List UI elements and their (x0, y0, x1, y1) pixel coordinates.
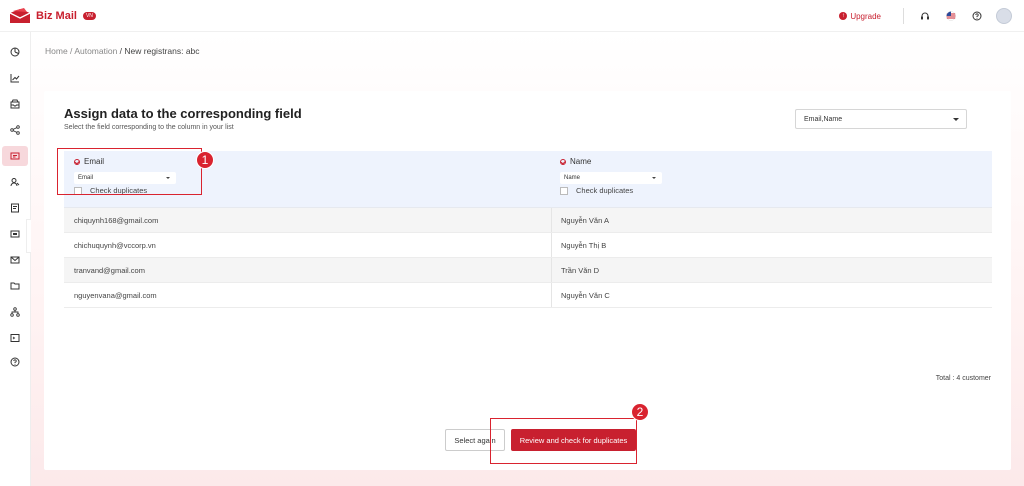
field-select-dropdown[interactable]: Email,Name (795, 109, 967, 129)
folder-icon[interactable] (2, 276, 28, 296)
help-icon[interactable] (970, 9, 984, 23)
field-select-value: Email,Name (804, 116, 843, 123)
upgrade-label: Upgrade (850, 11, 881, 21)
upgrade-button[interactable]: ↑ Upgrade (839, 12, 881, 21)
total-count: Total : 4 customer (935, 375, 991, 382)
name-cell: Nguyễn Văn A (561, 216, 609, 225)
annotation-marker-1: 1 (196, 151, 214, 169)
breadcrumb: Home / Automation / New registrans: abc (45, 46, 200, 56)
chart-icon[interactable] (2, 68, 28, 88)
template-icon[interactable] (2, 224, 28, 244)
breadcrumb-automation[interactable]: Automation (74, 46, 117, 56)
page-title: Assign data to the corresponding field (64, 106, 302, 121)
automation-icon[interactable] (2, 146, 28, 166)
table-row: nguyenvana@gmail.com Nguyễn Văn C (64, 283, 992, 308)
column-name-header: Name Name Check duplicates (560, 157, 662, 195)
share-icon[interactable] (2, 120, 28, 140)
brand-badge: VN (82, 12, 96, 20)
terminal-icon[interactable] (2, 328, 28, 348)
top-bar: Biz Mail VN ↑ Upgrade (0, 0, 1024, 32)
chevron-down-icon (953, 118, 959, 121)
check-duplicates-label: Check duplicates (576, 186, 634, 195)
upgrade-icon: ↑ (839, 12, 848, 20)
mail-icon[interactable] (2, 250, 28, 270)
check-duplicates-checkbox[interactable] (560, 186, 568, 195)
language-flag-icon[interactable] (944, 9, 958, 23)
chevron-down-icon (652, 177, 656, 179)
dashboard-icon[interactable] (2, 42, 28, 62)
table-row: chichuquynh@vccorp.vn Nguyễn Thị B (64, 233, 992, 258)
help-circle-icon[interactable] (2, 352, 28, 372)
name-cell: Nguyễn Văn C (561, 291, 610, 300)
column-label: Name (570, 157, 592, 166)
headset-icon[interactable] (918, 9, 932, 23)
sidebar: › (0, 32, 40, 486)
brand-logo[interactable]: Biz Mail VN (9, 8, 96, 24)
email-cell: chiquynh168@gmail.com (74, 216, 159, 225)
topbar-divider (903, 8, 904, 24)
envelope-logo-icon (9, 8, 31, 24)
network-icon[interactable] (2, 302, 28, 322)
breadcrumb-current: New registrans: abc (124, 46, 200, 56)
email-cell: nguyenvana@gmail.com (74, 291, 157, 300)
contacts-icon[interactable] (2, 172, 28, 192)
name-cell: Trần Văn D (561, 266, 600, 275)
mapping-table: Email Email Check duplicates Name Name C… (64, 151, 992, 308)
check-circle-icon (560, 158, 566, 165)
page-subtitle: Select the field corresponding to the co… (64, 124, 234, 131)
annotation-highlight-review (490, 418, 637, 464)
email-cell: tranvand@gmail.com (74, 266, 145, 275)
breadcrumb-home[interactable]: Home (45, 46, 68, 56)
inbox-icon[interactable] (2, 94, 28, 114)
name-column-select[interactable]: Name (560, 172, 662, 184)
select-value: Name (564, 175, 581, 181)
form-icon[interactable] (2, 198, 28, 218)
table-row: chiquynh168@gmail.com Nguyễn Văn A (64, 208, 992, 233)
annotation-marker-2: 2 (631, 403, 649, 421)
brand-name: Biz Mail (36, 10, 77, 22)
name-cell: Nguyễn Thị B (561, 241, 607, 250)
annotation-highlight-email (57, 148, 202, 195)
email-cell: chichuquynh@vccorp.vn (74, 241, 156, 250)
table-row: tranvand@gmail.com Trần Văn D (64, 258, 992, 283)
user-avatar[interactable] (996, 8, 1012, 24)
